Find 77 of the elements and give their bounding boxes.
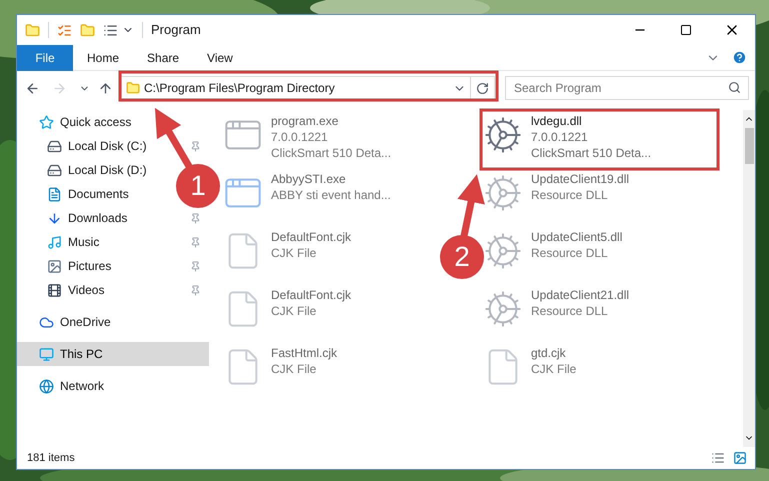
sidebar-item[interactable]: Local Disk (D:) xyxy=(47,161,147,179)
pin-icon[interactable] xyxy=(190,284,201,296)
drive-icon xyxy=(47,138,62,154)
file-name[interactable]: UpdateClient21.dll xyxy=(531,287,630,303)
ribbon-tab[interactable]: Home xyxy=(73,44,134,70)
file-detail: ABBY sti event hand... xyxy=(271,187,391,203)
file-tab[interactable]: File xyxy=(17,44,73,70)
file-detail: CJK File xyxy=(531,361,576,377)
back-icon[interactable] xyxy=(25,80,40,96)
file-detail: CJK File xyxy=(271,361,318,377)
pin-icon[interactable] xyxy=(190,140,201,152)
file-name[interactable]: AbbyySTI.exe xyxy=(271,171,391,187)
star-icon xyxy=(39,114,54,130)
file-name[interactable]: DefaultFont.cjk xyxy=(271,287,352,303)
pin-icon[interactable] xyxy=(190,212,201,224)
file-detail: CJK File xyxy=(271,245,318,261)
file-name[interactable]: DefaultFont.cjk xyxy=(271,229,352,245)
details-view-icon[interactable] xyxy=(711,451,725,465)
search-field[interactable]: Search Program xyxy=(505,76,749,100)
scrollbar[interactable] xyxy=(743,110,755,447)
sidebar-item[interactable]: Network xyxy=(39,377,104,395)
document-icon xyxy=(47,186,62,202)
file-detail: ClickSmart 510 Deta... xyxy=(531,145,652,161)
refresh-icon[interactable] xyxy=(476,82,489,94)
file-detail: 7.0.0.1221 xyxy=(271,129,329,145)
up-icon[interactable] xyxy=(98,80,113,96)
file-name[interactable]: UpdateClient19.dll xyxy=(531,171,630,187)
new-folder-icon[interactable] xyxy=(80,22,95,38)
gear-file-icon[interactable] xyxy=(483,115,523,155)
picture-icon xyxy=(47,258,62,274)
sidebar-item[interactable]: Local Disk (C:) xyxy=(47,137,147,155)
search-icon xyxy=(728,81,741,94)
file-name[interactable]: gtd.cjk xyxy=(531,345,576,361)
file-detail: Resource DLL xyxy=(531,303,609,319)
sidebar-item[interactable]: Music xyxy=(47,233,100,251)
ribbon-tab[interactable]: Share xyxy=(133,44,194,70)
file-name[interactable]: program.exe xyxy=(271,113,392,129)
thumbnail-view-icon[interactable] xyxy=(733,451,747,465)
help-icon[interactable] xyxy=(732,50,747,65)
pointer-arrow xyxy=(154,108,194,170)
sidebar-item[interactable]: Videos xyxy=(47,281,104,299)
drive-icon xyxy=(47,162,62,178)
address-path: C:\Program Files\Program Directory xyxy=(144,80,336,97)
pin-icon[interactable] xyxy=(190,260,201,272)
folder-icon[interactable] xyxy=(25,22,40,38)
file-detail: Resource DLL xyxy=(531,187,609,203)
pointer-arrow xyxy=(457,174,485,237)
properties-icon[interactable] xyxy=(57,22,72,38)
sidebar-item[interactable]: Downloads xyxy=(47,209,128,227)
cloud-icon xyxy=(39,314,54,330)
scroll-thumb[interactable] xyxy=(744,128,754,164)
file-name[interactable]: FastHtml.cjk xyxy=(271,345,337,361)
monitor-icon xyxy=(39,346,54,362)
item-count: 181 items xyxy=(27,450,75,466)
sidebar-item[interactable]: Documents xyxy=(47,185,129,203)
sidebar-item[interactable]: OneDrive xyxy=(39,313,111,331)
file-detail: 7.0.0.1221 xyxy=(531,129,589,145)
folder-icon xyxy=(126,81,140,95)
film-icon xyxy=(47,282,62,298)
music-note-icon xyxy=(47,234,62,250)
globe-icon xyxy=(39,378,54,394)
sidebar-item[interactable]: Pictures xyxy=(47,257,112,275)
file-name[interactable]: lvdegu.dll xyxy=(531,113,652,129)
address-bar[interactable]: C:\Program Files\Program Directory xyxy=(119,76,495,100)
file-name[interactable]: UpdateClient5.dll xyxy=(531,229,622,245)
file-detail: CJK File xyxy=(271,303,318,319)
file-detail: Resource DLL xyxy=(531,245,609,261)
view-icon[interactable] xyxy=(103,22,118,38)
maximize-icon xyxy=(680,24,692,36)
window-title: Program xyxy=(151,21,201,40)
pin-icon[interactable] xyxy=(190,236,201,248)
forward-icon[interactable] xyxy=(52,80,67,96)
sidebar-item[interactable]: Quick access xyxy=(39,113,132,131)
ribbon-tab[interactable]: View xyxy=(193,44,247,70)
file-detail: ClickSmart 510 Deta... xyxy=(271,145,392,161)
sidebar-item[interactable]: This PC xyxy=(39,345,103,363)
down-arrow-icon xyxy=(47,210,62,226)
